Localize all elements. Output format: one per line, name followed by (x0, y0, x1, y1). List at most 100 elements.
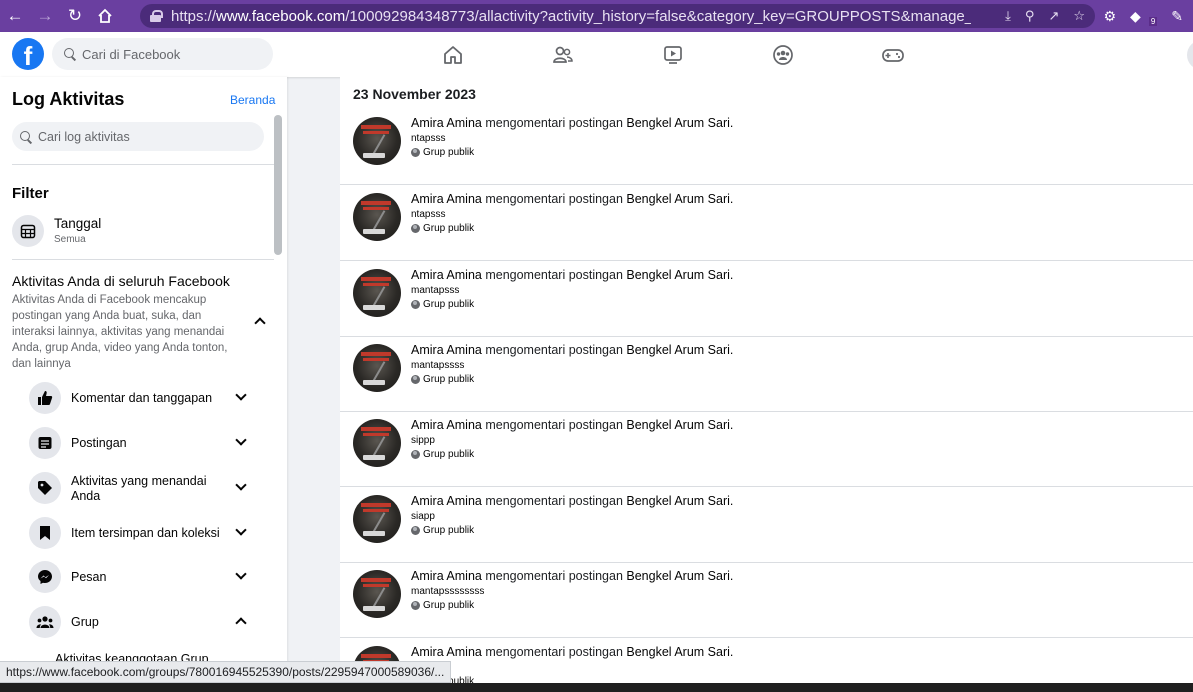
sidebar-item-label[interactable]: Postingan (71, 436, 127, 451)
sidebar-item-label[interactable]: Aktivitas yang menandai Anda (71, 474, 221, 504)
sidebar-scrollbar[interactable] (274, 115, 282, 255)
facebook-search-input[interactable]: Cari di Facebook (52, 38, 273, 70)
section-title[interactable]: Aktivitas Anda di seluruh Facebook (12, 273, 230, 289)
activity-row[interactable]: Amira Amina mengomentari postingan Bengk… (340, 262, 1193, 337)
url-path: /100092984348773/allactivity?activity_hi… (345, 7, 971, 25)
post-thumbnail[interactable] (353, 269, 401, 317)
privacy-text: Grup publik (423, 449, 475, 460)
sidebar-item-label[interactable]: Grup (71, 615, 99, 630)
target-name[interactable]: Bengkel Arum Sari. (626, 645, 733, 659)
post-icon (38, 437, 52, 449)
home-button[interactable] (90, 0, 120, 32)
actor-name[interactable]: Amira Amina (411, 116, 482, 130)
date-filter-label[interactable]: Tanggal (54, 216, 101, 231)
actor-name[interactable]: Amira Amina (411, 343, 482, 357)
address-bar[interactable]: https://www.facebook.com/100092984348773… (140, 4, 1095, 28)
sidebar-item-posts[interactable] (29, 427, 61, 459)
actor-name[interactable]: Amira Amina (411, 494, 482, 508)
settings-gear-icon[interactable]: ⚙ (1103, 8, 1116, 25)
sidebar-item-label[interactable]: Komentar dan tanggapan (71, 391, 212, 406)
chevron-down-icon[interactable] (235, 479, 247, 491)
share-icon[interactable]: ↗ (1048, 8, 1059, 24)
target-name[interactable]: Bengkel Arum Sari. (626, 494, 733, 508)
action-text: mengomentari postingan (481, 494, 627, 508)
nav-gaming[interactable] (863, 32, 923, 77)
post-thumbnail[interactable] (353, 419, 401, 467)
action-text: mengomentari postingan (481, 645, 627, 659)
messenger-icon (38, 570, 52, 584)
extension-icon[interactable]: ◆ (1130, 8, 1141, 25)
comment-text: siapp (411, 511, 435, 522)
activity-row[interactable]: Amira Amina mengomentari postingan Bengk… (340, 110, 1193, 185)
post-thumbnail[interactable] (353, 344, 401, 392)
home-icon (444, 45, 462, 64)
puzzle-extension-icon[interactable]: ✎ (1171, 8, 1183, 25)
target-name[interactable]: Bengkel Arum Sari. (626, 116, 733, 130)
nav-home[interactable] (423, 32, 483, 77)
activity-search-input[interactable]: Cari log aktivitas (12, 122, 264, 151)
actor-name[interactable]: Amira Amina (411, 645, 482, 659)
post-thumbnail[interactable] (353, 495, 401, 543)
download-icon[interactable]: ⤓ (1005, 8, 1011, 24)
section-description: Aktivitas Anda di Facebook mencakup post… (12, 294, 228, 370)
actor-name[interactable]: Amira Amina (411, 268, 482, 282)
chevron-up-icon[interactable] (254, 317, 266, 329)
activity-row[interactable]: Amira Amina mengomentari postingan Bengk… (340, 337, 1193, 412)
globe-icon (411, 450, 420, 459)
url-text: https://www.facebook.com/100092984348773… (171, 8, 971, 25)
bookmark-star-icon[interactable]: ☆ (1073, 8, 1085, 24)
back-button[interactable]: ← (0, 0, 30, 32)
chevron-down-icon[interactable] (235, 389, 247, 401)
post-thumbnail[interactable] (353, 117, 401, 165)
facebook-logo[interactable]: f (12, 38, 44, 70)
target-name[interactable]: Bengkel Arum Sari. (626, 192, 733, 206)
target-name[interactable]: Bengkel Arum Sari. (626, 569, 733, 583)
post-thumbnail[interactable] (353, 193, 401, 241)
nav-watch[interactable] (643, 32, 703, 77)
date-heading: 23 November 2023 (353, 86, 476, 102)
calendar-icon (20, 224, 36, 239)
sidebar-item-messages[interactable] (29, 561, 61, 593)
activity-row[interactable]: Amira Amina mengomentari postingan Bengk… (340, 488, 1193, 563)
zoom-icon[interactable]: ⚲ (1025, 8, 1035, 24)
sidebar-item-label[interactable]: Item tersimpan dan koleksi (71, 526, 220, 541)
search-placeholder: Cari di Facebook (82, 46, 181, 62)
target-name[interactable]: Bengkel Arum Sari. (626, 343, 733, 357)
actor-name[interactable]: Amira Amina (411, 569, 482, 583)
actor-name[interactable]: Amira Amina (411, 418, 482, 432)
lock-icon (150, 10, 163, 22)
action-text: mengomentari postingan (481, 192, 627, 206)
privacy-text: Grup publik (423, 600, 475, 611)
comment-text: sippp (411, 435, 435, 446)
nav-friends[interactable] (533, 32, 593, 77)
home-link[interactable]: Beranda (230, 93, 275, 107)
chevron-down-icon[interactable] (235, 524, 247, 536)
activity-text: Amira Amina mengomentari postingan Bengk… (411, 645, 733, 659)
sidebar-item-saved[interactable] (29, 517, 61, 549)
activity-text: Amira Amina mengomentari postingan Bengk… (411, 494, 733, 508)
sidebar-item-comments[interactable] (29, 382, 61, 414)
nav-groups[interactable] (753, 32, 813, 77)
arrow-right-icon: → (36, 6, 54, 25)
activity-row[interactable]: Amira Amina mengomentari postingan Bengk… (340, 186, 1193, 261)
sidebar-item-groups[interactable] (29, 606, 61, 638)
activity-row[interactable]: Amira Amina mengomentari postingan Bengk… (340, 563, 1193, 638)
chevron-down-icon[interactable] (235, 568, 247, 580)
sidebar-item-label[interactable]: Pesan (71, 570, 106, 585)
target-name[interactable]: Bengkel Arum Sari. (626, 268, 733, 282)
activity-text: Amira Amina mengomentari postingan Bengk… (411, 418, 733, 432)
globe-icon (411, 148, 420, 157)
activity-text: Amira Amina mengomentari postingan Bengk… (411, 569, 733, 583)
post-thumbnail[interactable] (353, 570, 401, 618)
chevron-down-icon[interactable] (235, 434, 247, 446)
account-menu-button[interactable] (1187, 40, 1193, 70)
forward-button[interactable]: → (30, 0, 60, 32)
date-filter-button[interactable] (12, 215, 44, 247)
actor-name[interactable]: Amira Amina (411, 192, 482, 206)
sidebar-item-tagged[interactable] (29, 472, 61, 504)
activity-row[interactable]: Amira Amina mengomentari postingan Bengk… (340, 412, 1193, 487)
chevron-up-icon[interactable] (235, 617, 247, 629)
reload-button[interactable]: ↻ (60, 0, 90, 32)
activity-text: Amira Amina mengomentari postingan Bengk… (411, 116, 733, 130)
target-name[interactable]: Bengkel Arum Sari. (626, 418, 733, 432)
